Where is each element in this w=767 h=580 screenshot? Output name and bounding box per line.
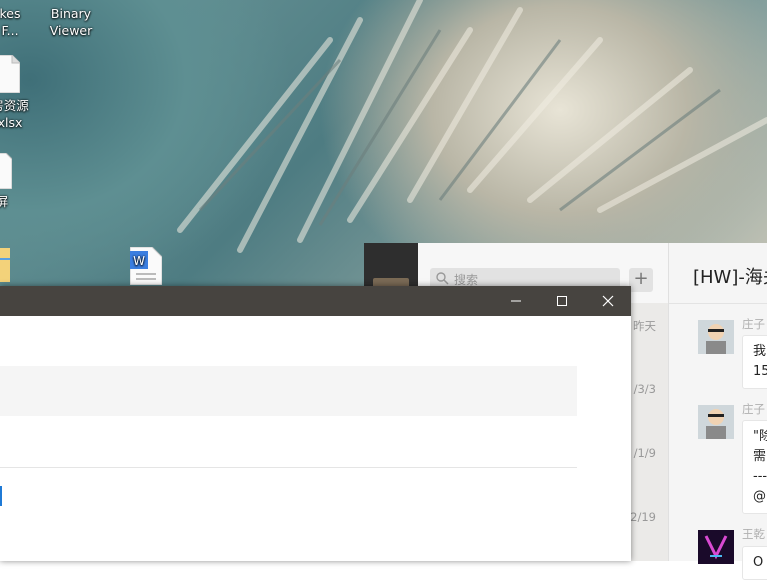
close-button[interactable]	[585, 286, 631, 316]
close-icon	[602, 295, 614, 307]
document-file-icon	[0, 55, 20, 93]
sender-avatar[interactable]	[698, 405, 734, 439]
message-bubble[interactable]: "除 需 --- @	[742, 420, 767, 514]
spreadsheet-file-icon	[0, 248, 10, 282]
message-bubble[interactable]: O	[742, 546, 767, 580]
svg-text:W: W	[133, 254, 145, 268]
search-icon	[436, 272, 449, 285]
conversation-date: 昨天	[633, 319, 656, 333]
dialog-window	[0, 286, 631, 561]
header-divider	[669, 303, 767, 304]
text-cursor	[0, 486, 2, 506]
desktop-icon-label: 房资源 xlsx	[0, 98, 29, 130]
minimize-icon	[511, 300, 521, 302]
desktop-icon-label: 屏	[0, 194, 9, 209]
maximize-button[interactable]	[539, 286, 585, 316]
minimize-button[interactable]	[493, 286, 539, 316]
dialog-titlebar[interactable]	[0, 286, 631, 316]
message-bubble[interactable]: 我 15	[742, 335, 767, 389]
desktop-icon-xlsx-file[interactable]: 房资源 xlsx	[0, 55, 48, 131]
add-conversation-button[interactable]: +	[629, 268, 653, 292]
conversation-date: /3/3	[633, 382, 656, 396]
sender-name: 王乾	[742, 527, 765, 541]
document-file-icon	[0, 153, 12, 189]
sender-avatar[interactable]	[698, 320, 734, 354]
row-divider	[0, 467, 577, 468]
desktop-icon-binary-viewer[interactable]: Binary Viewer	[33, 5, 109, 39]
maximize-icon	[557, 296, 567, 306]
content-row[interactable]	[0, 366, 577, 416]
message-pane: [HW]-海关 庄子 我 15 庄子 "除 需 --- @ 王乾 O	[668, 243, 767, 580]
sender-name: 庄子	[742, 402, 765, 416]
desktop-icon-partial-3[interactable]: 屏	[0, 153, 40, 210]
chat-title: [HW]-海关	[693, 267, 767, 288]
conversation-date: 2/19	[630, 510, 656, 524]
word-document-icon: W	[130, 247, 162, 285]
desktop-icon-label: Binary Viewer	[49, 6, 93, 38]
sender-avatar[interactable]	[698, 530, 734, 564]
sender-name: 庄子	[742, 317, 765, 331]
conversation-date: /1/9	[633, 446, 656, 460]
